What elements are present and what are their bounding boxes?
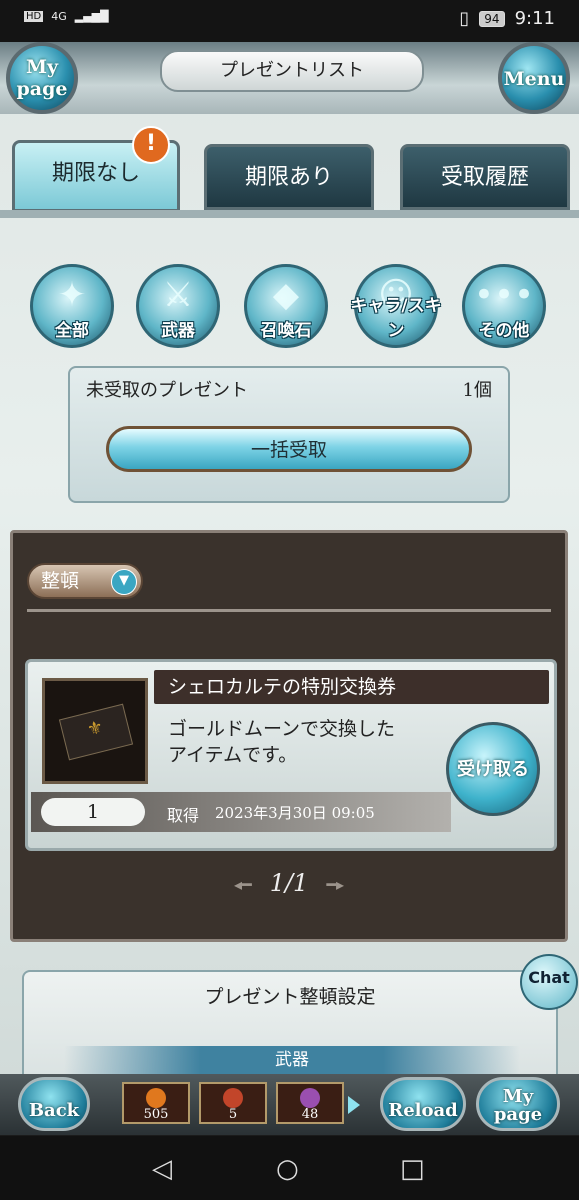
item-count-1: 505: [143, 1107, 169, 1122]
present-list-panel: 整頓 ▼ ⚜ シェロカルテの特別交換券 ゴールドムーンで交換した アイテムです。…: [10, 530, 568, 942]
filter-summon[interactable]: ◆ 召喚石: [244, 264, 328, 348]
mypage-label-2: page: [16, 78, 68, 100]
mypage-button[interactable]: My page: [6, 42, 78, 114]
game-screen: My page プレゼントリスト Menu 期限なし 期限あり 受取履歴 ! ✦…: [0, 42, 579, 1135]
reload-button[interactable]: Reload: [380, 1077, 466, 1131]
settings-category[interactable]: 武器: [64, 1046, 520, 1074]
scroll-right-icon[interactable]: [348, 1096, 360, 1114]
mypage-bottom-label-2: page: [493, 1104, 543, 1125]
filter-weapon-label: 武器: [161, 321, 195, 341]
filter-other-label: その他: [478, 321, 530, 341]
item-slot-2[interactable]: 5: [199, 1082, 267, 1124]
hd-icon: HD: [24, 11, 44, 22]
home-nav-icon[interactable]: ○: [276, 1154, 299, 1184]
chat-button[interactable]: Chat: [520, 954, 578, 1010]
back-label: Back: [28, 1100, 80, 1121]
filter-character-label: キャラ/スキン: [350, 296, 442, 341]
recents-nav-icon[interactable]: □: [400, 1154, 425, 1184]
item-description: ゴールドムーンで交換した アイテムです。: [168, 716, 428, 768]
item-info-bar: 1 取得 2023年3月30日 09:05: [31, 792, 451, 832]
back-button[interactable]: Back: [18, 1077, 90, 1131]
gem-icon: [300, 1088, 320, 1108]
alert-badge: !: [132, 126, 170, 164]
mypage-bottom-button[interactable]: My page: [476, 1077, 560, 1131]
settings-title: プレゼント整頓設定: [204, 986, 376, 1008]
network-label: 4G: [51, 10, 67, 23]
signal-icon: ▂▄▆█: [74, 10, 109, 23]
more-icon: •••: [473, 275, 535, 315]
item-name: シェロカルテの特別交換券: [154, 670, 549, 704]
crystal-icon: ◆: [272, 275, 300, 315]
clock: 9:11: [514, 8, 555, 29]
unclaimed-count: 1個: [462, 380, 492, 401]
gem-icon: [223, 1088, 243, 1108]
ticket-icon: ⚜: [58, 703, 134, 761]
sword-icon: ⚔: [162, 275, 194, 315]
divider: [27, 609, 551, 612]
item-description-line2: アイテムです。: [168, 744, 298, 766]
pager-prev-ornament: ◂━: [234, 875, 252, 894]
vibrate-icon: ▯: [459, 8, 470, 29]
back-nav-icon[interactable]: ◁: [152, 1154, 172, 1184]
item-thumbnail: ⚜: [42, 678, 148, 784]
acquired-label: 取得: [167, 806, 200, 825]
filter-all[interactable]: ✦ 全部: [30, 264, 114, 348]
all-items-icon: ✦: [57, 275, 87, 315]
system-nav-bar: ◁ ○ □: [0, 1136, 579, 1200]
bottom-bar: Back 505 5 48 Reload My page: [0, 1074, 579, 1135]
item-quantity: 1: [41, 798, 145, 826]
unclaimed-label: 未受取のプレゼント: [86, 380, 248, 401]
battery-icon: 94: [479, 10, 505, 27]
pager-next-ornament: ━▸: [326, 875, 344, 894]
item-description-line1: ゴールドムーンで交換した: [168, 718, 396, 740]
pager: ◂━ 1/1 ━▸: [13, 869, 565, 897]
tab-divider: [0, 210, 579, 218]
filter-summon-label: 召喚石: [260, 321, 312, 341]
chevron-down-icon: ▼: [111, 569, 137, 595]
filter-character[interactable]: ☺ キャラ/スキン: [350, 264, 442, 348]
page-title: プレゼントリスト: [160, 50, 424, 92]
sort-label: 整頓: [41, 570, 80, 592]
gem-icon: [146, 1088, 166, 1108]
item-count-2: 5: [228, 1107, 238, 1122]
receive-button[interactable]: 受け取る: [446, 722, 540, 816]
reload-label: Reload: [388, 1100, 458, 1121]
status-bar: HD 4G ▂▄▆█ ▯ 94 9:11: [0, 0, 579, 42]
unclaimed-panel: 未受取のプレゼント 1個 一括受取: [68, 366, 510, 503]
page-indicator: 1/1: [269, 869, 309, 897]
mypage-label-1: My: [25, 56, 59, 78]
item-slot-1[interactable]: 505: [122, 1082, 190, 1124]
filter-all-label: 全部: [55, 321, 89, 341]
sort-button[interactable]: 整頓 ▼: [27, 563, 143, 599]
item-slot-3[interactable]: 48: [276, 1082, 344, 1124]
tab-with-deadline[interactable]: 期限あり: [204, 144, 374, 210]
menu-button[interactable]: Menu: [498, 42, 570, 114]
filter-other[interactable]: ••• その他: [462, 264, 546, 348]
acquired-date: 2023年3月30日 09:05: [215, 804, 375, 822]
filter-weapon[interactable]: ⚔ 武器: [136, 264, 220, 348]
item-count-3: 48: [301, 1107, 319, 1122]
present-item: ⚜ シェロカルテの特別交換券 ゴールドムーンで交換した アイテムです。 1 取得…: [25, 659, 557, 851]
claim-all-button[interactable]: 一括受取: [106, 426, 472, 472]
tab-history[interactable]: 受取履歴: [400, 144, 570, 210]
